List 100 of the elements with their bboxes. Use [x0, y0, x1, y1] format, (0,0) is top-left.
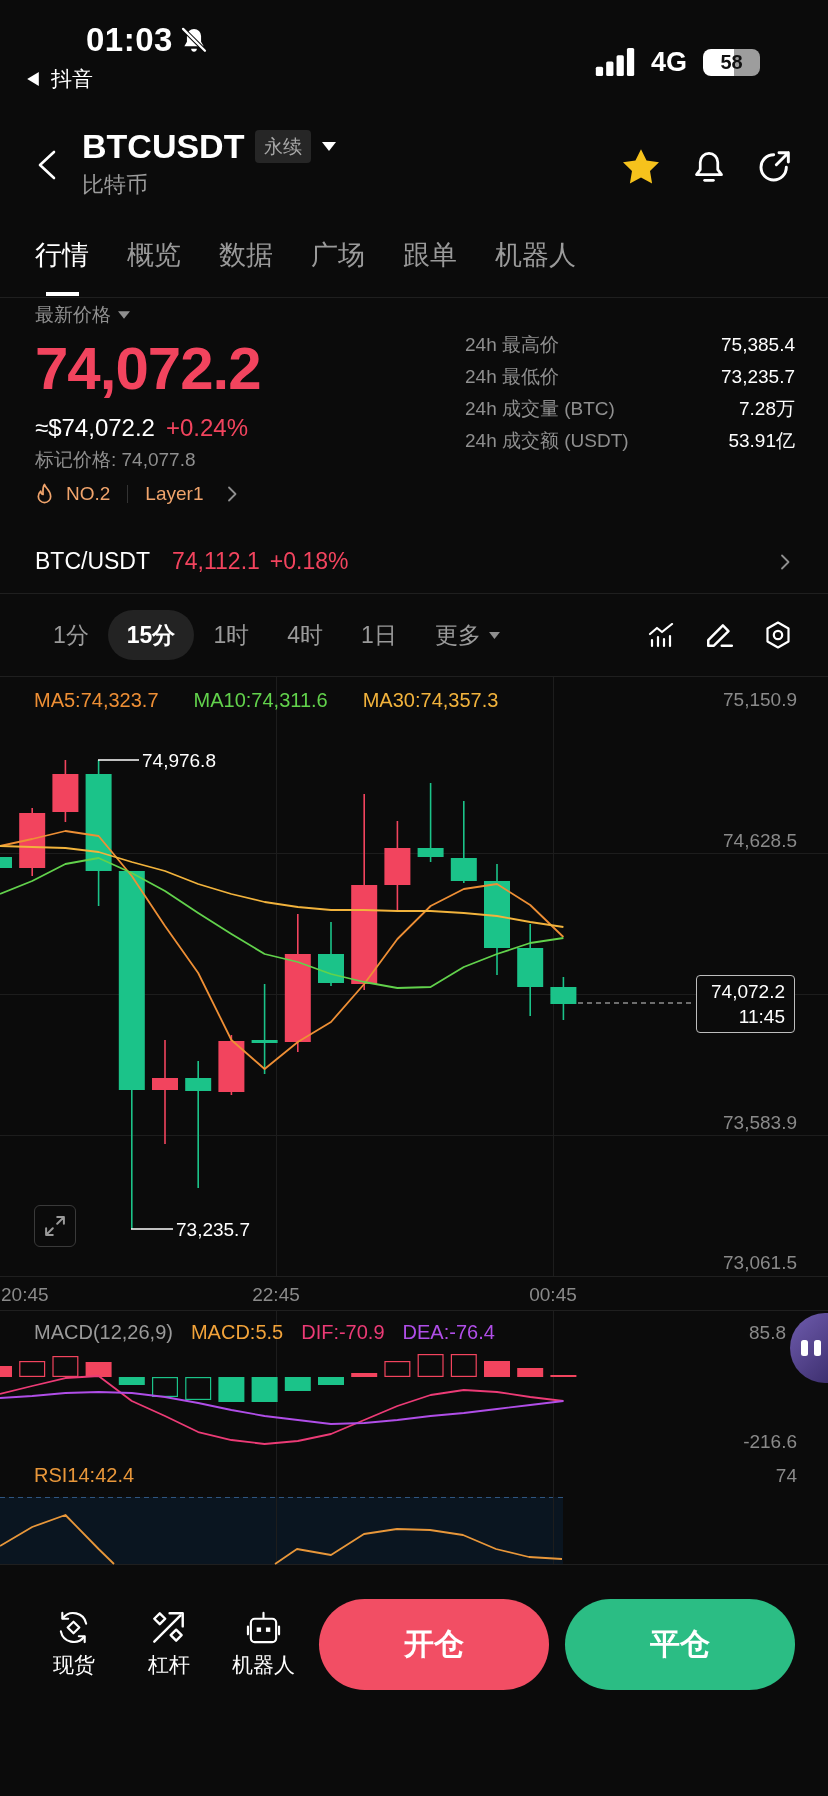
interval-tab[interactable]: 1分: [34, 610, 108, 660]
tab[interactable]: 跟单: [403, 228, 457, 297]
back-triangle-icon[interactable]: [27, 72, 39, 86]
more-dropdown[interactable]: 更多: [415, 610, 519, 660]
chevron-icon[interactable]: [780, 553, 790, 570]
macd-bar: [384, 1361, 411, 1377]
rsi-axis-label: 74: [775, 1465, 797, 1486]
settings-icon[interactable]: [765, 621, 791, 649]
robot-icon: [246, 1610, 281, 1645]
stat-label: 24h 最低价: [465, 365, 559, 389]
price-axis-label: 73,061.5: [723, 1252, 797, 1273]
stat-value: 73,235.7: [721, 365, 795, 389]
stat-value: 7.28万: [739, 397, 795, 421]
falling-candle: [0, 857, 12, 868]
moving-average-label: MA30:74,357.3: [362, 688, 499, 713]
price-axis-label: 75,150.9: [723, 689, 797, 710]
back-icon[interactable]: [37, 150, 57, 180]
battery-indicator: 58: [703, 48, 760, 76]
macd-bar: [417, 1354, 444, 1377]
high-price-label: 74,976.8: [142, 750, 216, 771]
signal-icon: [594, 48, 635, 76]
leader-line: [97, 759, 140, 761]
spot-change: +0.18%: [269, 548, 349, 575]
time-axis-label: 22:45: [252, 1284, 300, 1305]
caret-icon[interactable]: [488, 631, 500, 639]
macd-bar: [318, 1377, 344, 1385]
indicator-axis-label: -216.6: [743, 1431, 797, 1452]
coin-name: 比特币: [82, 171, 149, 199]
tab[interactable]: 概览: [127, 228, 181, 297]
macd-bar: [218, 1377, 245, 1402]
tab[interactable]: 广场: [311, 228, 365, 297]
indicator-axis-label: 85.8: [749, 1322, 786, 1343]
back-app-label[interactable]: 抖音: [51, 65, 93, 93]
price-type-label[interactable]: 最新价格: [35, 302, 111, 328]
tab[interactable]: 机器人: [495, 228, 576, 297]
clock-time: 01:03: [86, 21, 173, 59]
robot-button[interactable]: 机器人: [224, 1610, 303, 1677]
last-price: 74,072.2: [35, 337, 261, 401]
low-price-label: 73,235.7: [176, 1219, 250, 1240]
caret-icon[interactable]: [322, 141, 337, 151]
macd-bar: [19, 1361, 46, 1377]
caret-icon[interactable]: [118, 311, 130, 319]
price-axis-label: 73,583.9: [723, 1112, 797, 1133]
stat-value: 53.91亿: [728, 429, 795, 453]
rank-label[interactable]: NO.2: [66, 483, 111, 505]
share-icon[interactable]: [759, 150, 791, 182]
star-icon[interactable]: [623, 148, 659, 184]
countdown-label: 11:45: [738, 1005, 785, 1029]
macd-bar: [251, 1377, 278, 1402]
macd-bar: [0, 1366, 12, 1377]
margin-button[interactable]: 杠杆: [129, 1610, 208, 1677]
spot-price: 74,112.1: [172, 548, 260, 575]
interval-tab[interactable]: 15分: [107, 610, 195, 660]
mark-price: 标记价格: 74,077.8: [35, 448, 196, 472]
moving-average-label: MA10:74,311.6: [193, 688, 328, 713]
chevron-icon[interactable]: [227, 486, 238, 502]
rising-candle: [52, 759, 79, 823]
usd-price: ≈$74,072.2: [35, 413, 155, 443]
stat-value: 75,385.4: [721, 333, 795, 357]
interval-tab[interactable]: 1时: [194, 610, 269, 660]
stat-label: 24h 成交额 (USDT): [465, 429, 629, 453]
macd-bar: [185, 1377, 212, 1400]
rising-candle: [218, 1034, 245, 1096]
pencil-icon[interactable]: [706, 622, 733, 648]
fullscreen-button[interactable]: [34, 1205, 76, 1247]
macd-bar: [152, 1377, 178, 1397]
muted-bell-icon: [180, 26, 207, 54]
floating-button[interactable]: [790, 1313, 828, 1383]
macd-bar: [450, 1354, 477, 1377]
macd-bar: [517, 1368, 544, 1377]
macd-bar: [351, 1373, 378, 1377]
bell-icon[interactable]: [694, 149, 724, 183]
spot-pair[interactable]: BTC/USDT: [35, 548, 150, 575]
network-type: 4G: [650, 48, 687, 76]
macd-bar: [484, 1361, 510, 1377]
time-axis-label: 00:45: [529, 1284, 577, 1305]
leader-line: [130, 1228, 174, 1230]
symbol-title: BTCUSDT: [82, 126, 245, 166]
price-axis-label: 74,628.5: [723, 830, 797, 851]
interval-tab[interactable]: 4时: [268, 610, 342, 660]
rsi-label: RSI14:42.4: [34, 1463, 135, 1488]
pause-icon: [801, 1340, 821, 1356]
indicator-label: DIF:-70.9: [301, 1320, 385, 1345]
macd-bar: [85, 1362, 112, 1377]
time-axis-label: 20:45: [1, 1284, 49, 1305]
price-change: +0.24%: [165, 413, 249, 443]
rising-candle: [19, 807, 46, 877]
chart-indicator-icon[interactable]: [648, 622, 674, 648]
stat-label: 24h 最高价: [465, 333, 559, 357]
macd-bar: [118, 1377, 145, 1385]
spot-button[interactable]: 现货: [34, 1610, 113, 1677]
interval-tab[interactable]: 1日: [342, 610, 416, 660]
indicator-label: MACD:5.5: [190, 1320, 284, 1345]
macd-bar: [52, 1356, 79, 1377]
tab[interactable]: 数据: [219, 228, 273, 297]
expand-icon: [45, 1216, 65, 1236]
flame-icon: [35, 482, 54, 506]
current-price-label: 74,072.2: [711, 980, 785, 1004]
stat-label: 24h 成交量 (BTC): [465, 397, 615, 421]
sector-tag[interactable]: Layer1: [145, 483, 204, 505]
